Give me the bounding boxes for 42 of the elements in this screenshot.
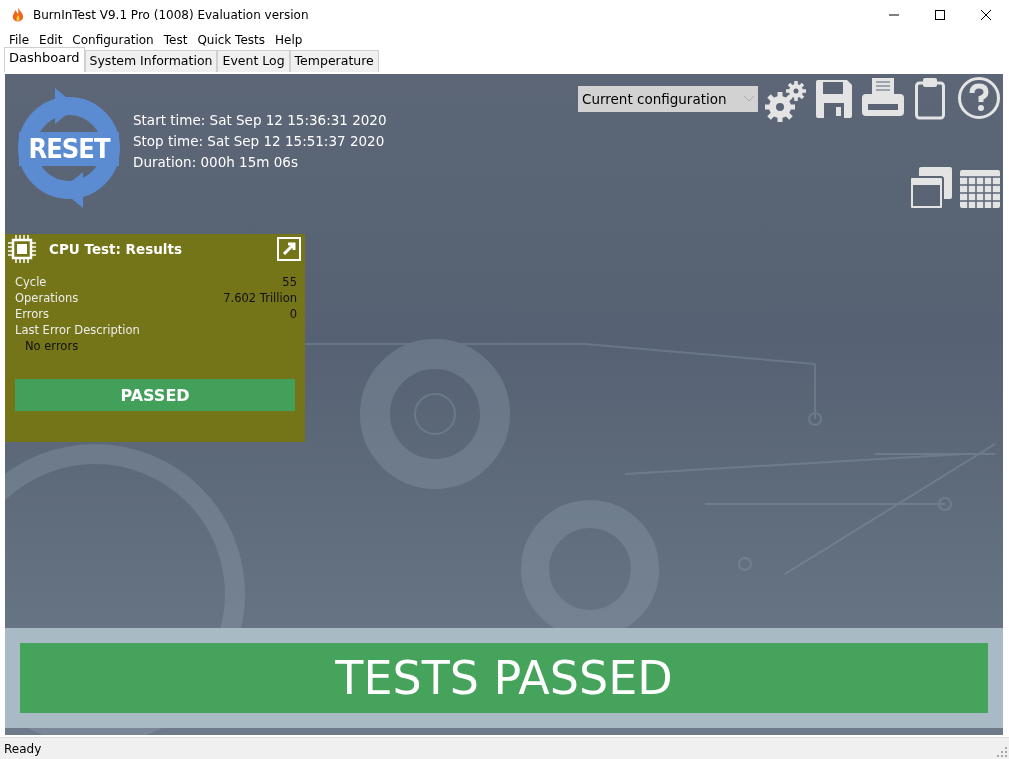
maximize-icon[interactable]	[935, 10, 945, 20]
windows-icon[interactable]	[910, 167, 952, 209]
window-title: BurnInTest V9.1 Pro (1008) Evaluation version	[33, 8, 309, 22]
clipboard-icon[interactable]	[915, 78, 945, 120]
stat-label: Last Error Description	[15, 323, 140, 339]
error-description: No errors	[24, 339, 79, 355]
stat-value: 55	[282, 275, 297, 291]
resize-grip-icon[interactable]	[997, 747, 1007, 757]
time-text: Stop time: Sat Sep 12 15:51:37 2020	[133, 133, 386, 149]
chevron-down-icon	[744, 96, 754, 102]
save-icon[interactable]	[816, 80, 852, 118]
tab[interactable]: Temperature	[289, 50, 379, 72]
menu-item[interactable]: Configuration	[67, 33, 159, 47]
stat-label: Cycle	[15, 275, 47, 291]
result-banner: PASSED	[15, 379, 295, 411]
settings-icon[interactable]	[765, 80, 807, 122]
tab[interactable]: System Information	[84, 50, 218, 72]
stat-label: Errors	[15, 307, 50, 323]
stat-value: 0	[289, 307, 297, 323]
close-icon[interactable]	[981, 10, 991, 20]
tab[interactable]: Dashboard	[4, 47, 85, 72]
status-text: Ready	[4, 741, 42, 756]
time-text: Duration: 000h 15m 06s	[133, 154, 299, 170]
expand-button[interactable]	[277, 237, 301, 261]
time-text: Start time: Sat Sep 12 15:36:31 2020	[133, 112, 387, 128]
menu-item[interactable]: Test	[158, 33, 193, 47]
stat-label: Operations	[15, 291, 79, 307]
menu-item[interactable]: File	[4, 33, 35, 47]
tab[interactable]: Event Log	[217, 50, 290, 72]
stat-value: 7.602 Trillion	[223, 291, 297, 307]
menu-item[interactable]: Edit	[34, 33, 68, 47]
menu-item[interactable]: Help	[270, 33, 308, 47]
flame-icon	[11, 7, 25, 23]
printer-icon[interactable]	[862, 78, 904, 116]
calendar-icon[interactable]	[960, 170, 1000, 208]
arrow-icon	[281, 241, 297, 257]
overall-result-banner: TESTS PASSED	[20, 643, 988, 713]
configuration-dropdown[interactable]: Current configuration	[578, 86, 758, 112]
panel-title: CPU Test: Results	[49, 241, 182, 257]
help-icon[interactable]	[958, 77, 1000, 119]
cpu-chip-icon	[8, 235, 36, 263]
menu-item[interactable]: Quick Tests	[192, 33, 270, 47]
